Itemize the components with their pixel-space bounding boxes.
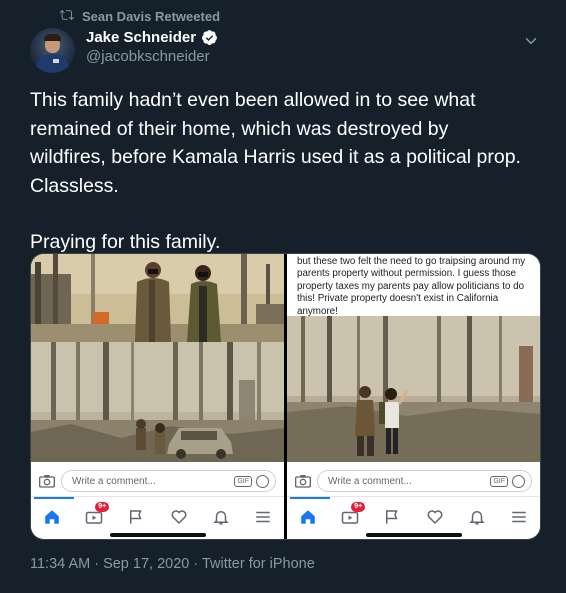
media-image-left[interactable]: Write a comment... GIF 9+ [31,254,284,539]
comment-composer[interactable]: Write a comment... GIF [31,466,284,496]
gif-button[interactable]: GIF [490,475,508,487]
comment-placeholder: Write a comment... [328,475,412,487]
notification-badge: 9+ [351,501,366,512]
active-tab-underline [290,497,330,499]
comment-placeholder: Write a comment... [72,475,156,487]
comment-input[interactable]: Write a comment... GIF [317,470,532,492]
facebook-tab-bar: 9+ [287,496,540,536]
comment-input[interactable]: Write a comment... GIF [61,470,276,492]
bell-icon[interactable] [212,508,230,526]
flag-icon[interactable] [127,508,145,526]
home-indicator [365,533,462,537]
heart-icon[interactable] [426,508,444,526]
video-icon[interactable]: 9+ [341,501,366,526]
comment-composer[interactable]: Write a comment... GIF [287,466,540,496]
author-handle[interactable]: @jacobkschneider [86,48,210,65]
photo-harris-visit [287,316,540,462]
bell-icon[interactable] [468,508,486,526]
camera-icon[interactable] [295,474,311,488]
tweet-timestamp-source[interactable]: 11:34 AM · Sep 17, 2020 · Twitter for iP… [30,556,315,572]
menu-icon[interactable] [254,508,272,526]
heart-icon[interactable] [170,508,188,526]
author-display-name[interactable]: Jake Schneider [86,29,196,46]
menu-icon[interactable] [510,508,528,526]
avatar[interactable] [30,28,75,73]
tweet-media[interactable]: Write a comment... GIF 9+ but these two … [30,253,541,540]
tweet-text: This family hadn’t even been allowed in … [30,86,550,257]
emoji-icon[interactable] [512,474,525,488]
author-name-row[interactable]: Jake Schneider [86,29,218,46]
photo-burned-property [31,342,284,462]
video-icon[interactable]: 9+ [85,501,110,526]
active-tab-underline [34,497,74,499]
flag-icon[interactable] [383,508,401,526]
tweet-paragraph-1: This family hadn’t even been allowed in … [30,89,521,197]
retweet-icon [59,8,74,25]
media-image-right[interactable]: but these two felt the need to go traips… [287,254,540,539]
emoji-icon[interactable] [256,474,269,488]
verified-icon [201,29,218,46]
notification-badge: 9+ [95,501,110,512]
home-icon[interactable] [43,508,61,526]
retweet-label: Sean Davis Retweeted [82,9,221,24]
camera-icon[interactable] [39,474,55,488]
home-indicator [109,533,206,537]
facebook-tab-bar: 9+ [31,496,284,536]
chevron-down-icon[interactable] [522,32,540,50]
gif-button[interactable]: GIF [234,475,252,487]
home-icon[interactable] [299,508,317,526]
retweet-indicator[interactable]: Sean Davis Retweeted [59,8,221,25]
photo-couple-standing [31,254,284,342]
facebook-post-caption: but these two felt the need to go traips… [287,254,540,316]
